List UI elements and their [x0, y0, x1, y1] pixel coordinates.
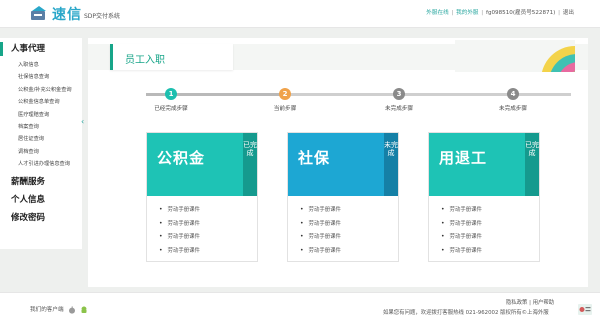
sidebar: 人事代理 入职信息 社保信息查询 公积金/补充公积金查询 公积金信息单查询 医疗… [0, 38, 82, 249]
sidebar-group-password[interactable]: 修改密码 [0, 210, 82, 225]
android-icon[interactable] [80, 306, 88, 314]
separator: | [481, 10, 484, 16]
step-3-dot: 3 [393, 88, 405, 100]
card-list: 劳动手册课件 劳动手册课件 劳动手册课件 劳动手册课件 [159, 203, 200, 257]
step-1-label: 已经完成步骤 [154, 106, 188, 112]
card-title: 社保 [298, 149, 331, 167]
step-2-label: 当前步骤 [273, 106, 297, 112]
card-header: 公积金 已完成 [147, 133, 257, 196]
sidebar-item[interactable]: 入职信息 [0, 59, 82, 71]
step-4-dot: 4 [507, 88, 519, 100]
link-mine[interactable]: 我的外服 [456, 10, 478, 16]
collapse-sidebar-icon[interactable]: ‹ [81, 118, 87, 126]
step-4-label: 未完成步骤 [499, 106, 527, 112]
card-housing-fund[interactable]: 公积金 已完成 劳动手册课件 劳动手册课件 劳动手册课件 劳动手册课件 [146, 132, 258, 262]
header: 速信 SDP交付系统 外服在线 | 我的外服 | fg098510(雇员号522… [0, 0, 600, 28]
client-download: 我们的客户端 [30, 305, 88, 314]
sidebar-item[interactable]: 居住证查询 [0, 133, 82, 145]
footer: 我们的客户端 隐私政策 | 用户帮助 如果您有问题，欢迎拨打客服热线 021-9… [0, 292, 600, 321]
card-title: 公积金 [157, 149, 206, 167]
list-item[interactable]: 劳动手册课件 [441, 244, 482, 258]
sidebar-group-salary[interactable]: 薪酬服务 [0, 174, 82, 189]
step-1-dot: 1 [165, 88, 177, 100]
list-item[interactable]: 劳动手册课件 [300, 203, 341, 217]
step-3-label: 未完成步骤 [385, 106, 413, 112]
logo-text: 速信 [52, 7, 82, 23]
list-item[interactable]: 劳动手册课件 [441, 203, 482, 217]
sidebar-item[interactable]: 医疗理赔查询 [0, 109, 82, 121]
list-item[interactable]: 劳动手册课件 [441, 230, 482, 244]
sidebar-group-hr-agency[interactable]: 人事代理 [0, 42, 82, 56]
card-list: 劳动手册课件 劳动手册课件 劳动手册课件 劳动手册课件 [441, 203, 482, 257]
sidebar-item[interactable]: 公积金/补充公积金查询 [0, 84, 82, 96]
footer-links[interactable]: 隐私政策 | 用户帮助 [506, 298, 554, 306]
card-status: 已完成 [525, 133, 539, 196]
list-item[interactable]: 劳动手册课件 [159, 244, 200, 258]
card-title: 用退工 [439, 149, 488, 167]
logout-link[interactable]: 退出 [563, 10, 574, 16]
system-name: SDP交付系统 [84, 13, 121, 20]
list-item[interactable]: 劳动手册课件 [300, 230, 341, 244]
logo-icon [31, 6, 46, 20]
sidebar-group-personal[interactable]: 个人信息 [0, 192, 82, 207]
step-2-dot: 2 [279, 88, 291, 100]
copyright: 如果您有问题，欢迎拨打客服热线 021-962002 版权所有©上海外服 [383, 310, 549, 316]
separator: | [558, 10, 561, 16]
sidebar-item[interactable]: 人才引进办理信息查询 [0, 158, 82, 170]
user-info: fg098510(雇员号522871) [485, 10, 556, 16]
company-badge-icon [578, 304, 592, 315]
decoration-graphic [455, 40, 575, 72]
top-links: 外服在线 | 我的外服 | fg098510(雇员号522871) | 退出 [426, 8, 574, 16]
card-social-security[interactable]: 社保 未完成 劳动手册课件 劳动手册课件 劳动手册课件 劳动手册课件 [287, 132, 399, 262]
list-item[interactable]: 劳动手册课件 [300, 244, 341, 258]
sidebar-item[interactable]: 档案查询 [0, 121, 82, 133]
card-list: 劳动手册课件 劳动手册课件 劳动手册课件 劳动手册课件 [300, 203, 341, 257]
list-item[interactable]: 劳动手册课件 [300, 217, 341, 231]
sidebar-item[interactable]: 公积金信息单查询 [0, 96, 82, 108]
client-text: 我们的客户端 [30, 307, 64, 313]
separator: | [451, 10, 454, 16]
list-item[interactable]: 劳动手册课件 [159, 230, 200, 244]
list-item[interactable]: 劳动手册课件 [159, 217, 200, 231]
card-employment[interactable]: 用退工 已完成 劳动手册课件 劳动手册课件 劳动手册课件 劳动手册课件 [428, 132, 540, 262]
sidebar-item[interactable]: 社保信息查询 [0, 71, 82, 83]
sidebar-item[interactable]: 调档查询 [0, 146, 82, 158]
link-online[interactable]: 外服在线 [426, 10, 448, 16]
page-title: 员工入职 [125, 55, 165, 66]
card-header: 社保 未完成 [288, 133, 398, 196]
page-title-box: 员工入职 [110, 44, 233, 70]
list-item[interactable]: 劳动手册课件 [159, 203, 200, 217]
card-status: 已完成 [243, 133, 257, 196]
card-status: 未完成 [384, 133, 398, 196]
apple-icon[interactable] [68, 305, 76, 314]
list-item[interactable]: 劳动手册课件 [441, 217, 482, 231]
card-header: 用退工 已完成 [429, 133, 539, 196]
